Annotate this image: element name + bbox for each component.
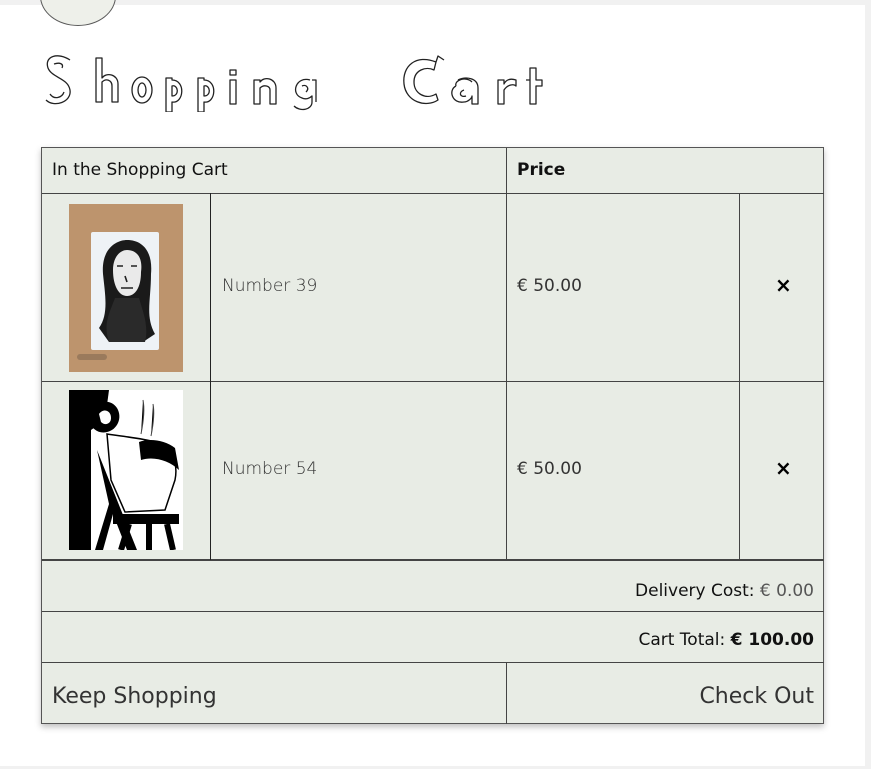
remove-item-icon[interactable]: ×	[775, 273, 792, 297]
divider	[739, 193, 740, 560]
top-bar	[0, 0, 871, 5]
cart-total: Cart Total: € 100.00	[638, 630, 814, 650]
cart-total-label: Cart Total:	[638, 630, 726, 650]
page-title	[45, 55, 543, 112]
header-item: In the Shopping Cart	[52, 160, 228, 180]
delivery-cost-value: € 0.00	[759, 581, 814, 601]
remove-item-icon[interactable]: ×	[775, 456, 792, 480]
divider	[42, 662, 824, 663]
divider	[42, 611, 824, 612]
cart-row-2	[42, 382, 210, 559]
header-price: Price	[517, 160, 566, 180]
divider	[210, 193, 211, 560]
delivery-cost: Delivery Cost: € 0.00	[635, 581, 814, 601]
delivery-cost-label: Delivery Cost:	[635, 581, 755, 601]
product-image-number-54[interactable]	[69, 390, 183, 550]
cart-row-1	[42, 194, 210, 381]
item-price: € 50.00	[517, 459, 582, 479]
keep-shopping-link[interactable]: Keep Shopping	[52, 684, 217, 709]
product-image-number-39[interactable]	[69, 204, 183, 372]
item-name[interactable]: Number 39	[222, 276, 317, 296]
divider	[506, 148, 507, 560]
item-name[interactable]: Number 54	[222, 459, 317, 479]
item-price: € 50.00	[517, 276, 582, 296]
divider	[42, 559, 824, 561]
cart-total-value: € 100.00	[730, 630, 814, 650]
cart-table: In the Shopping Cart Price Number 39 € 5…	[41, 147, 824, 724]
divider	[506, 662, 507, 724]
check-out-button[interactable]: Check Out	[699, 684, 814, 709]
